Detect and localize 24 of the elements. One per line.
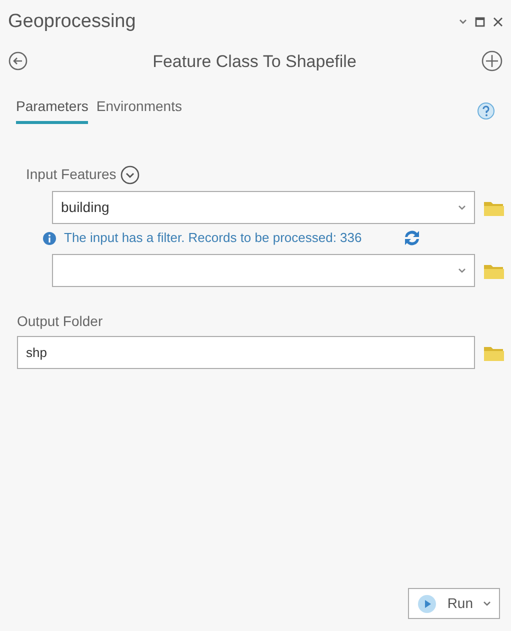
tab[interactable]: Environments xyxy=(96,96,182,124)
refresh-icon[interactable] xyxy=(402,228,422,248)
play-icon xyxy=(417,594,438,614)
info-icon xyxy=(43,232,56,244)
output-folder-field[interactable]: shp xyxy=(17,336,475,369)
input-features-field[interactable]: building xyxy=(52,191,475,224)
back-arrow-icon[interactable] xyxy=(8,51,28,72)
caret-icon xyxy=(483,600,491,606)
run-button[interactable]: Run xyxy=(408,588,500,619)
window-title: Geoprocessing xyxy=(8,10,137,34)
dropdown-icon xyxy=(458,204,466,210)
help-icon[interactable] xyxy=(477,102,495,120)
dropdown-icon xyxy=(458,268,466,274)
expand-icon[interactable] xyxy=(120,164,140,184)
field-label: Output Folder xyxy=(17,313,103,329)
info-message: The input has a filter. Records to be processed: 336 xyxy=(64,230,363,246)
tab[interactable]: Parameters xyxy=(16,96,88,124)
input-features-field[interactable] xyxy=(52,254,475,287)
close-icon[interactable] xyxy=(493,17,503,28)
maximize-icon[interactable] xyxy=(475,17,485,28)
field-label: Input Features xyxy=(26,165,116,184)
tool-title: Feature Class To Shapefile xyxy=(152,52,356,70)
add-icon[interactable] xyxy=(481,50,503,72)
chevron-icon[interactable] xyxy=(459,19,467,26)
